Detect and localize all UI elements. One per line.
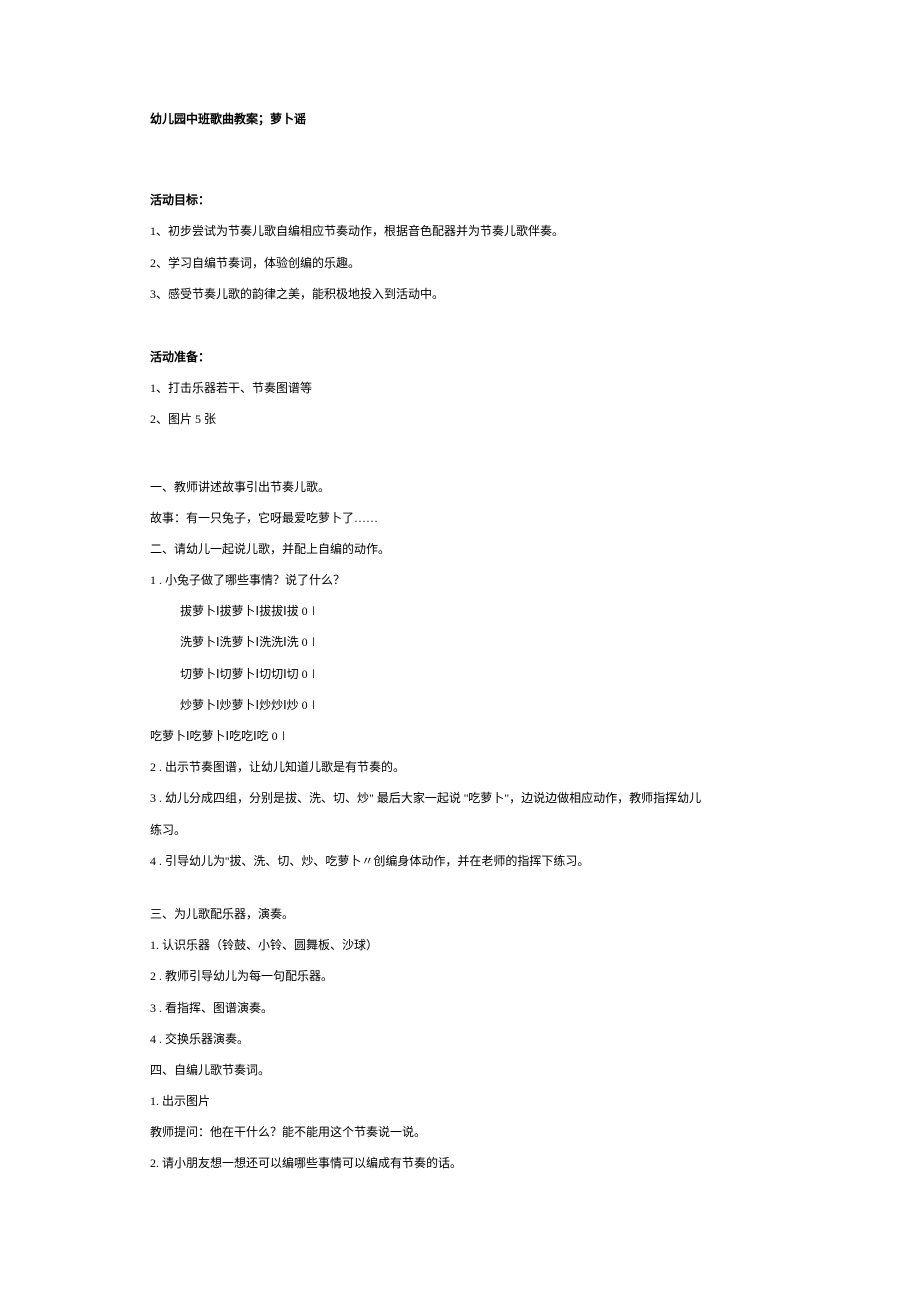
prep-item-1: 1、打击乐器若干、节奏图谱等 <box>150 379 770 398</box>
prep-heading: 活动准备： <box>150 348 770 367</box>
part1-line3: 二、请幼儿一起说儿歌，并配上自编的动作。 <box>150 540 770 559</box>
rhyme-line-3: 切萝卜Ⅰ切萝卜Ⅰ切切Ⅰ切 0∣ <box>150 665 770 684</box>
part4-item-1: 1. 出示图片 <box>150 1092 770 1111</box>
part1-line2: 故事：有一只兔子，它呀最爱吃萝卜了…… <box>150 509 770 528</box>
part3-item-4: 4 . 交换乐器演奏。 <box>150 1030 770 1049</box>
rhyme-line-2: 洗萝卜Ⅰ洗萝卜Ⅰ洗洗Ⅰ洗 0∣ <box>150 633 770 652</box>
part3-item-3: 3 . 看指挥、图谱演奏。 <box>150 999 770 1018</box>
part4-item-2: 教师提问：他在干什么？能不能用这个节奏说一说。 <box>150 1123 770 1142</box>
rhyme-line-5: 吃萝卜Ⅰ吃萝卜Ⅰ吃吃Ⅰ吃 0∣ <box>150 727 770 746</box>
part1-line1: 一、教师讲述故事引出节奏儿歌。 <box>150 478 770 497</box>
part3-item-1: 1. 认识乐器（铃鼓、小铃、圆舞板、沙球） <box>150 936 770 955</box>
part3-item-2: 2 . 教师引导幼儿为每一句配乐器。 <box>150 967 770 986</box>
goal-item-1: 1、初步尝试为节奏儿歌自编相应节奏动作，根据音色配器并为节奏儿歌伴奏。 <box>150 222 770 241</box>
part1-q3a: 3 . 幼儿分成四组，分别是拔、洗、切、炒" 最后大家一起说 ''吃萝卜"，边说… <box>150 789 770 808</box>
document-title: 幼儿园中班歌曲教案；萝卜谣 <box>150 110 770 129</box>
part1-q3b: 练习。 <box>150 821 770 840</box>
part4-heading: 四、自编儿歌节奏词。 <box>150 1061 770 1080</box>
part4-item-3: 2. 请小朋友想一想还可以编哪些事情可以编成有节奏的话。 <box>150 1154 770 1173</box>
part1-q2: 2 . 出示节奏图谱，让幼儿知道儿歌是有节奏的。 <box>150 758 770 777</box>
rhyme-line-4: 炒萝卜Ⅰ炒萝卜Ⅰ炒炒Ⅰ炒 0∣ <box>150 696 770 715</box>
part3-heading: 三、为儿歌配乐器，演奏。 <box>150 905 770 924</box>
part1-q4: 4 . 引导幼儿为''拔、洗、切、炒、吃萝卜〃创编身体动作，并在老师的指挥下练习… <box>150 852 770 871</box>
goal-item-3: 3、感受节奏儿歌的韵律之美，能积极地投入到活动中。 <box>150 285 770 304</box>
goals-heading: 活动目标： <box>150 191 770 210</box>
goal-item-2: 2、学习自编节奏词，体验创编的乐趣。 <box>150 254 770 273</box>
part1-q1: 1 . 小兔子做了哪些事情？说了什么？ <box>150 571 770 590</box>
prep-item-2: 2、图片 5 张 <box>150 410 770 429</box>
rhyme-line-1: 拔萝卜Ⅰ拔萝卜Ⅰ拔拔Ⅰ拔 0∣ <box>150 602 770 621</box>
